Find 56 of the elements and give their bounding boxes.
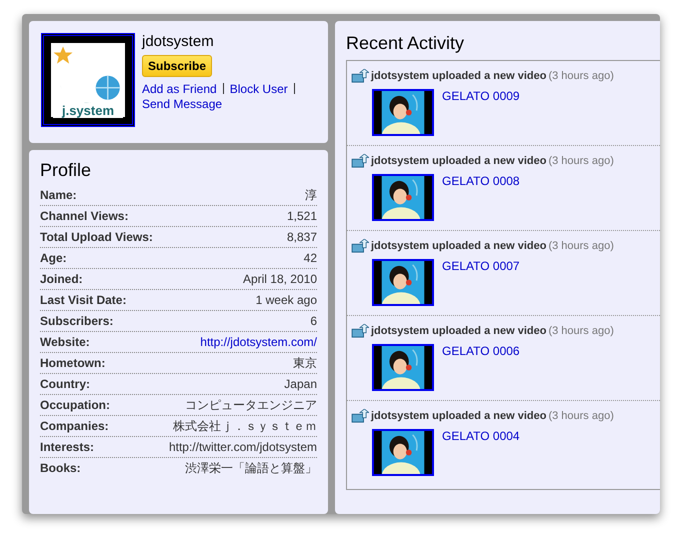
activity-time: (3 hours ago) (548, 325, 614, 337)
activity-time: (3 hours ago) (548, 155, 614, 167)
activity-text: jdotsystem uploaded a new video (371, 155, 546, 167)
profile-link[interactable]: http://jdotsystem.com/ (200, 335, 317, 349)
profile-value: http://twitter.com/jdotsystem (168, 440, 317, 454)
logo-text: j.system (53, 103, 123, 118)
activity-time: (3 hours ago) (548, 410, 614, 422)
profile-label: Companies: (40, 419, 109, 433)
activity-time: (3 hours ago) (548, 240, 614, 252)
profile-label: Interests: (40, 440, 94, 454)
profile-label: Last Visit Date: (40, 293, 126, 307)
profile-title: Profile (40, 160, 92, 181)
channel-link[interactable]: Send Message (142, 97, 222, 111)
video-link[interactable]: GELATO 0006 (442, 344, 520, 391)
activity-time: (3 hours ago) (548, 70, 614, 82)
profile-label: Total Upload Views: (40, 230, 153, 244)
video-link[interactable]: GELATO 0007 (442, 259, 520, 306)
subscribe-button[interactable]: Subscribe (142, 55, 212, 77)
activity-text: jdotsystem uploaded a new video (371, 70, 546, 82)
profile-label: Subscribers: (40, 314, 114, 328)
profile-value: 株式会社ｊ．ｓｙｓｔｅｍ (173, 418, 317, 434)
activity-text: jdotsystem uploaded a new video (371, 240, 546, 252)
profile-label: Name: (40, 188, 77, 202)
profile-label: Channel Views: (40, 209, 128, 223)
upload-icon (351, 154, 369, 168)
profile-value: 1 week ago (256, 293, 317, 307)
video-link[interactable]: GELATO 0009 (442, 89, 520, 136)
profile-value: 東京 (293, 354, 317, 372)
channel-name: jdotsystem (142, 33, 214, 50)
profile-label: Website: (40, 335, 90, 349)
profile-value: 渋澤栄一「論語と算盤」 (185, 460, 317, 476)
channel-link[interactable]: Add as Friend (142, 82, 217, 96)
profile-value: 1,521 (286, 209, 317, 223)
profile-value: コンピュータエンジニア (185, 396, 317, 414)
upload-icon (351, 69, 369, 83)
profile-value: 淳 (305, 186, 317, 204)
upload-icon (351, 409, 369, 423)
profile-value: April 18, 2010 (242, 272, 317, 286)
profile-value: 8,837 (286, 230, 317, 244)
channel-link[interactable]: Block User (230, 82, 288, 96)
video-link[interactable]: GELATO 0004 (442, 429, 520, 476)
profile-label: Occupation: (40, 398, 110, 412)
activity-text: jdotsystem uploaded a new video (371, 410, 546, 422)
profile-value: 6 (310, 314, 317, 328)
upload-icon (351, 239, 369, 253)
profile-label: Country: (40, 377, 90, 391)
profile-value: Japan (284, 377, 317, 391)
profile-label: Books: (40, 461, 81, 475)
profile-label: Hometown: (40, 356, 106, 370)
activity-title: Recent Activity (346, 33, 466, 54)
upload-icon (351, 324, 369, 338)
profile-label: Joined: (40, 272, 83, 286)
video-link[interactable]: GELATO 0008 (442, 174, 520, 221)
profile-label: Age: (40, 251, 67, 265)
activity-text: jdotsystem uploaded a new video (371, 325, 546, 337)
profile-value: 42 (304, 251, 317, 265)
